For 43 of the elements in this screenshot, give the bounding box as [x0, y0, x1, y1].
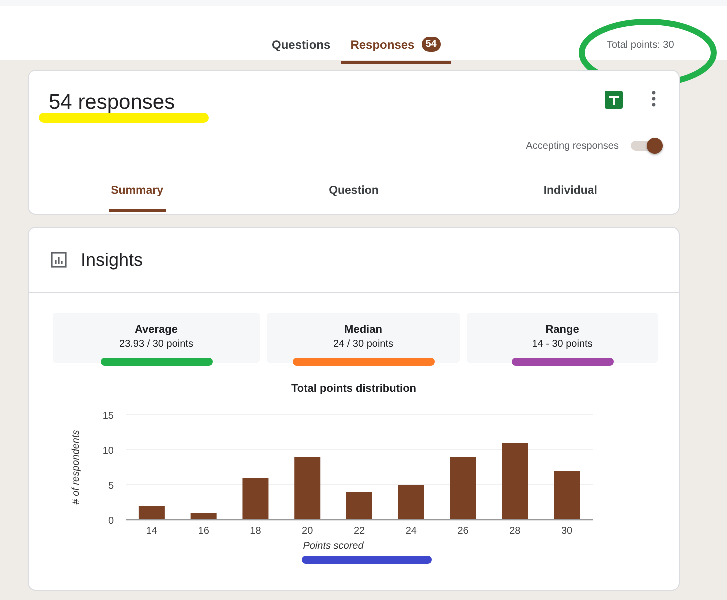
axis-tick-label: 26	[458, 526, 469, 537]
tab[interactable]: Summary	[109, 181, 166, 212]
total-points: Total points: 30	[607, 40, 674, 51]
tab[interactable]: Responses 54	[340, 30, 451, 64]
stat-value: 14 - 30 points	[532, 339, 593, 350]
spreadsheet-icon[interactable]	[605, 91, 623, 109]
stat-label: Median	[344, 324, 382, 336]
chart-title: Total points distribution	[290, 383, 418, 395]
section-title: Insights	[81, 250, 144, 270]
toggle-switch[interactable]	[631, 139, 661, 153]
bar	[190, 513, 217, 520]
stat-label: Average	[134, 324, 178, 336]
axis-tick-label: 14	[146, 526, 158, 537]
y-axis-title: # of respondents	[71, 430, 82, 505]
axis-tick-label: 22	[354, 526, 366, 537]
accepting-responses-label: Accepting responses	[526, 140, 619, 152]
axis-tick-label: 15	[102, 411, 114, 422]
count-badge: 54	[422, 37, 441, 52]
stat-value: 24 / 30 points	[333, 339, 394, 350]
bar	[138, 506, 165, 520]
x-axis-title: Points scored	[303, 541, 364, 552]
tab[interactable]: Question	[327, 181, 381, 212]
bar	[242, 478, 269, 520]
axis-tick-label: 18	[250, 526, 262, 537]
bar	[554, 471, 580, 520]
bar	[450, 457, 476, 520]
axis-tick-label: 16	[198, 526, 210, 537]
tab[interactable]: Questions	[262, 30, 341, 64]
axis-tick-label: 24	[406, 526, 417, 537]
stat-label: Range	[546, 324, 580, 336]
tab[interactable]: Individual	[542, 181, 600, 212]
bar	[398, 485, 424, 520]
axis-tick-label: 10	[102, 446, 114, 457]
responses-count-title: 54 responses	[49, 91, 176, 115]
axis-tick-label: 5	[108, 481, 114, 492]
chart-icon	[51, 252, 67, 268]
stat-value: 23.93 / 30 points	[120, 339, 194, 350]
axis-tick-label: 0	[108, 516, 114, 527]
axis-tick-label: 20	[302, 526, 314, 537]
axis-tick-label: 30	[562, 526, 573, 537]
bar	[346, 492, 372, 520]
bar	[294, 457, 321, 520]
axis-tick-label: 28	[510, 526, 521, 537]
